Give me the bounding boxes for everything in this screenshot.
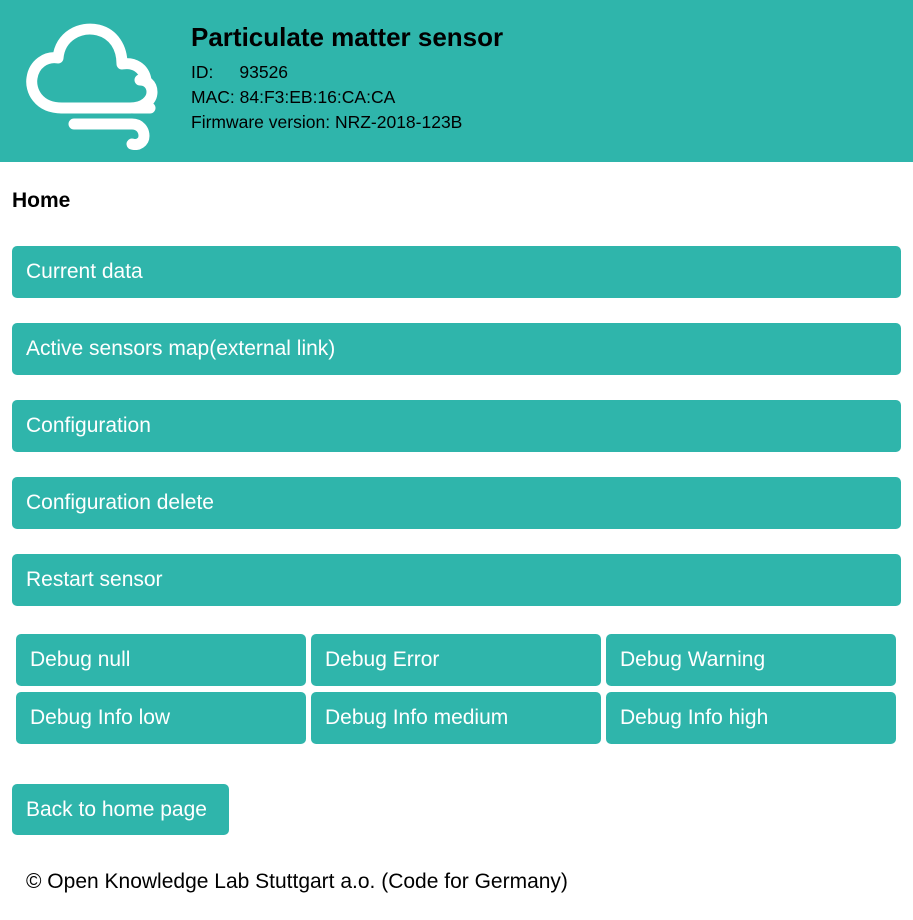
firmware-value: NRZ-2018-123B [334, 112, 463, 132]
sensor-mac-label: MAC: [191, 87, 235, 107]
cloud-wind-icon [26, 23, 158, 150]
debug-info-medium-button[interactable]: Debug Info medium [311, 692, 601, 744]
sensor-id-value: 93526 [239, 62, 289, 82]
debug-error-button[interactable]: Debug Error [311, 634, 601, 686]
configuration-button[interactable]: Configuration [12, 400, 901, 452]
page-title: Home [12, 189, 71, 212]
debug-info-low-button[interactable]: Debug Info low [16, 692, 306, 744]
sensor-id-label: ID: [191, 62, 214, 82]
sensor-id-row: ID: 93526 [191, 60, 503, 85]
debug-info-high-button[interactable]: Debug Info high [606, 692, 896, 744]
sensors-map-button[interactable]: Active sensors map(external link) [12, 323, 901, 375]
header: Particulate matter sensor ID: 93526 MAC: … [0, 0, 913, 162]
sensor-info: Particulate matter sensor ID: 93526 MAC: … [191, 20, 503, 135]
footer-copyright: © Open Knowledge Lab Stuttgart a.o. (Cod… [26, 870, 568, 893]
debug-null-button[interactable]: Debug null [16, 634, 306, 686]
back-to-home-button[interactable]: Back to home page [12, 784, 229, 835]
current-data-button[interactable]: Current data [12, 246, 901, 298]
firmware-row: Firmware version: NRZ-2018-123B [191, 110, 503, 135]
sensor-mac-row: MAC: 84:F3:EB:16:CA:CA [191, 85, 503, 110]
configuration-delete-button[interactable]: Configuration delete [12, 477, 901, 529]
debug-warning-button[interactable]: Debug Warning [606, 634, 896, 686]
firmware-label: Firmware version: [191, 112, 331, 132]
restart-sensor-button[interactable]: Restart sensor [12, 554, 901, 606]
sensor-mac-value: 84:F3:EB:16:CA:CA [239, 87, 396, 107]
page-heading: Particulate matter sensor [191, 22, 504, 52]
